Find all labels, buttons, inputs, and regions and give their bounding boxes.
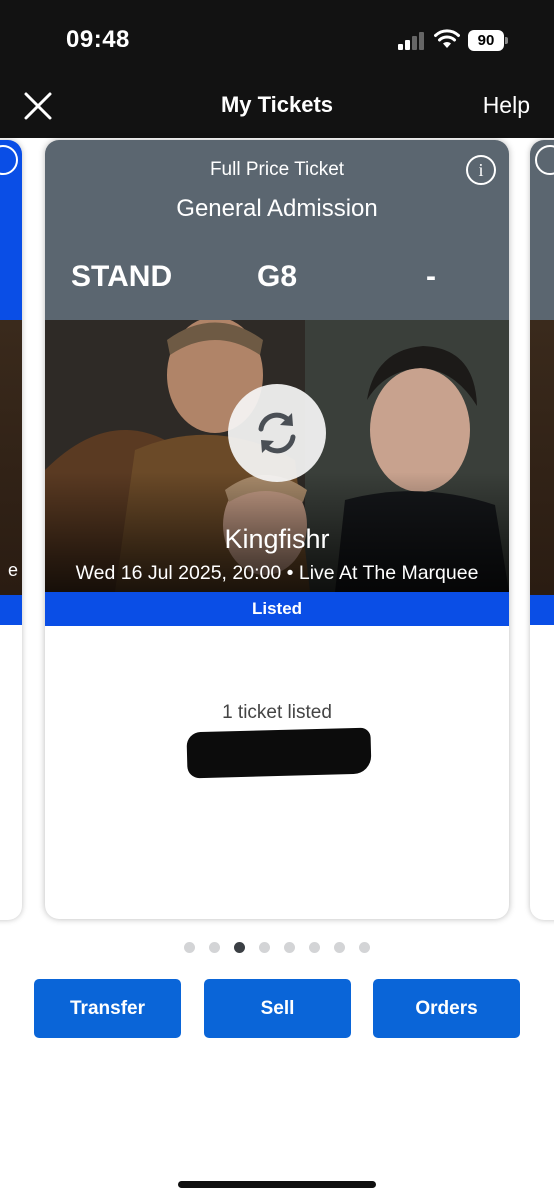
status-time: 09:48 <box>66 26 130 53</box>
sell-button[interactable]: Sell <box>204 979 351 1038</box>
event-photo: Kingfishr Wed 16 Jul 2025, 20:00 • Live … <box>45 320 509 592</box>
next-ticket-card[interactable] <box>530 140 554 920</box>
info-icon[interactable]: i <box>466 155 496 185</box>
page-dot[interactable] <box>209 942 220 953</box>
listed-count: 1 ticket listed <box>222 702 332 723</box>
help-link[interactable]: Help <box>483 92 530 119</box>
row-label: G8 <box>257 260 298 293</box>
orders-button[interactable]: Orders <box>373 979 520 1038</box>
page-dot[interactable] <box>259 942 270 953</box>
signal-icon <box>398 32 426 50</box>
page-dot[interactable] <box>284 942 295 953</box>
previous-card-text: e <box>8 560 19 580</box>
ticket-card[interactable]: Full Price Ticket General Admission i ST… <box>45 140 509 919</box>
transfer-button[interactable]: Transfer <box>34 979 181 1038</box>
previous-ticket-card[interactable]: e <box>0 140 22 920</box>
page-dot[interactable] <box>184 942 195 953</box>
pagination-dots <box>0 942 554 953</box>
wifi-icon <box>434 29 460 48</box>
refresh-icon <box>258 412 296 454</box>
page-dot[interactable] <box>309 942 320 953</box>
event-date-venue: Wed 16 Jul 2025, 20:00 • Live At The Mar… <box>75 562 479 584</box>
refresh-button[interactable] <box>228 384 326 482</box>
redaction-mark <box>186 727 372 779</box>
section-label: STAND <box>71 260 173 293</box>
admission-type: General Admission <box>176 195 378 222</box>
page-dot[interactable] <box>334 942 345 953</box>
my-tickets-screen: 09:48 90 My Tickets Help e Full Price Ti… <box>0 0 554 1200</box>
top-bar: 09:48 90 My Tickets Help <box>0 0 554 138</box>
status-badge: Listed <box>45 592 509 626</box>
battery-icon: 90 <box>468 30 508 51</box>
page-dot[interactable] <box>234 942 245 953</box>
page-title: My Tickets <box>220 92 334 117</box>
artist-name: Kingfishr <box>224 524 330 554</box>
battery-level: 90 <box>468 30 504 51</box>
ticket-type: Full Price Ticket <box>209 159 345 180</box>
seat-label: - <box>426 260 436 293</box>
home-indicator[interactable] <box>178 1181 376 1188</box>
page-dot[interactable] <box>359 942 370 953</box>
ticket-header: Full Price Ticket General Admission i ST… <box>45 140 509 320</box>
